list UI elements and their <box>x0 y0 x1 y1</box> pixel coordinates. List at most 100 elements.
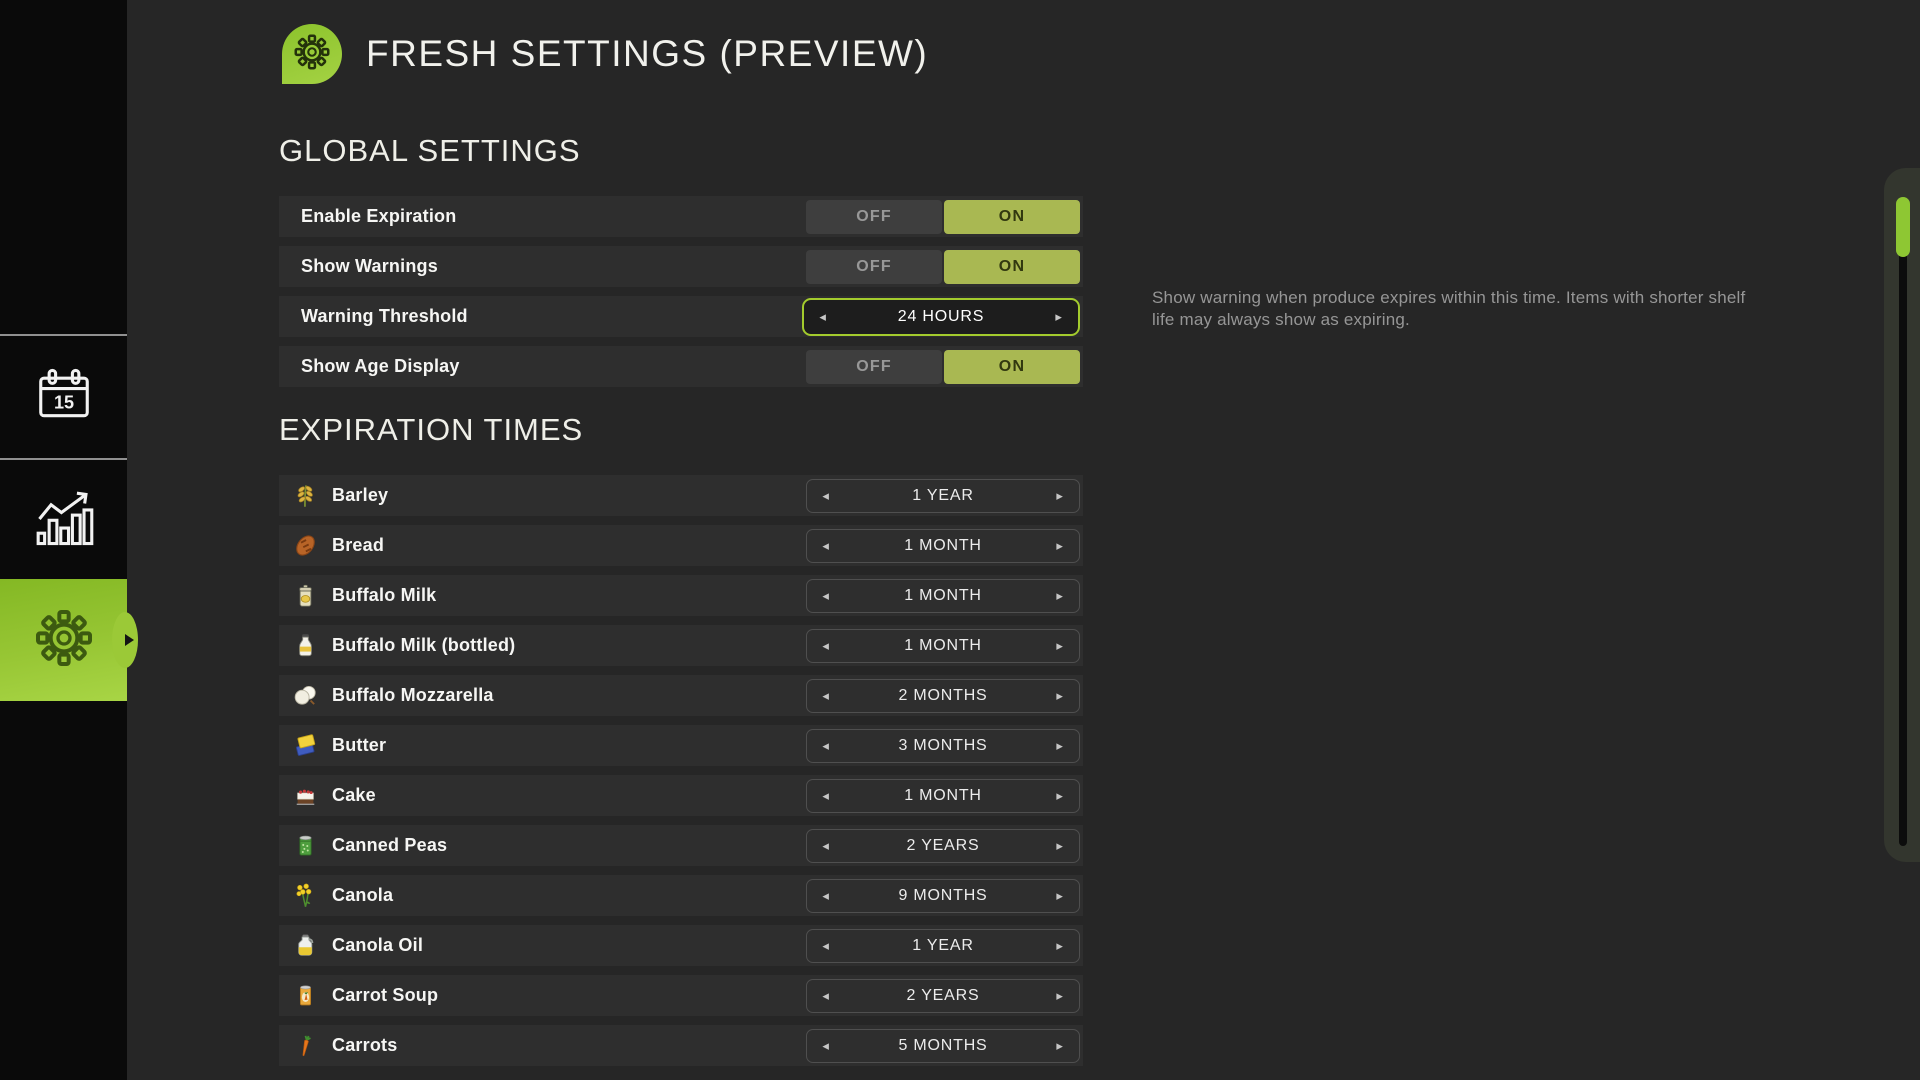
spinner-value: 1 MONTH <box>833 787 1053 805</box>
spinner-value: 1 YEAR <box>833 487 1053 505</box>
item-row: Buffalo Milk (bottled) ◂1 MONTH▸ <box>279 625 1083 666</box>
mozzarella-icon <box>290 681 320 711</box>
sidebar-item-settings[interactable] <box>0 579 127 701</box>
value-spinner[interactable]: ◂3 MONTHS▸ <box>806 729 1080 763</box>
sidebar: 15 <box>0 0 127 1080</box>
spinner-right-arrow-icon[interactable]: ▸ <box>1053 838 1067 854</box>
item-label: Buffalo Mozzarella <box>332 685 494 706</box>
spinner-value: 2 YEARS <box>833 837 1053 855</box>
item-label: Canned Peas <box>332 835 447 856</box>
milk-can-icon <box>290 581 320 611</box>
page-title: FRESH SETTINGS (PREVIEW) <box>366 24 928 84</box>
item-label: Carrots <box>332 1035 397 1056</box>
spinner-right-arrow-icon[interactable]: ▸ <box>1053 688 1067 704</box>
row-label: Warning Threshold <box>301 306 468 327</box>
value-spinner[interactable]: ◂9 MONTHS▸ <box>806 879 1080 913</box>
bread-icon <box>290 531 320 561</box>
spinner-left-arrow-icon[interactable]: ◂ <box>819 788 833 804</box>
spinner-left-arrow-icon[interactable]: ◂ <box>819 588 833 604</box>
value-spinner[interactable]: ◂1 MONTH▸ <box>806 779 1080 813</box>
spinner-right-arrow-icon[interactable]: ▸ <box>1053 588 1067 604</box>
toggle-group: OFFON <box>806 250 1080 284</box>
spinner-left-arrow-icon[interactable]: ◂ <box>819 838 833 854</box>
spinner-left-arrow-icon[interactable]: ◂ <box>819 938 833 954</box>
value-spinner[interactable]: ◂24 HOURS▸ <box>802 298 1080 336</box>
toggle-on-button[interactable]: ON <box>944 200 1080 234</box>
help-text: Show warning when produce expires within… <box>1152 287 1752 332</box>
item-row: Butter ◂3 MONTHS▸ <box>279 725 1083 766</box>
value-spinner[interactable]: ◂2 MONTHS▸ <box>806 679 1080 713</box>
item-row: Canned Peas ◂2 YEARS▸ <box>279 825 1083 866</box>
spinner-right-arrow-icon[interactable]: ▸ <box>1053 1038 1067 1054</box>
spinner-value: 9 MONTHS <box>833 887 1053 905</box>
cake-icon <box>290 781 320 811</box>
spinner-right-arrow-icon[interactable]: ▸ <box>1053 988 1067 1004</box>
spinner-right-arrow-icon[interactable]: ▸ <box>1052 309 1066 325</box>
canola-oil-icon <box>290 931 320 961</box>
toggle-on-button[interactable]: ON <box>944 350 1080 384</box>
toggle-off-button[interactable]: OFF <box>806 200 942 234</box>
canola-icon <box>290 881 320 911</box>
spinner-right-arrow-icon[interactable]: ▸ <box>1053 538 1067 554</box>
value-spinner[interactable]: ◂1 MONTH▸ <box>806 529 1080 563</box>
spinner-right-arrow-icon[interactable]: ▸ <box>1053 888 1067 904</box>
item-label: Cake <box>332 785 376 806</box>
value-spinner[interactable]: ◂1 YEAR▸ <box>806 929 1080 963</box>
butter-icon <box>290 731 320 761</box>
sidebar-item-statistics[interactable] <box>0 460 127 582</box>
gear-icon <box>292 32 332 77</box>
item-label: Canola <box>332 885 393 906</box>
spinner-right-arrow-icon[interactable]: ▸ <box>1053 938 1067 954</box>
chart-icon <box>33 488 95 555</box>
spinner-left-arrow-icon[interactable]: ◂ <box>819 888 833 904</box>
item-row: Canola Oil◂1 YEAR▸ <box>279 925 1083 966</box>
spinner-left-arrow-icon[interactable]: ◂ <box>819 1038 833 1054</box>
toggle-group: OFFON <box>806 350 1080 384</box>
spinner-left-arrow-icon[interactable]: ◂ <box>819 538 833 554</box>
spinner-value: 5 MONTHS <box>833 1037 1053 1055</box>
spinner-left-arrow-icon[interactable]: ◂ <box>819 738 833 754</box>
item-label: Barley <box>332 485 388 506</box>
spinner-right-arrow-icon[interactable]: ▸ <box>1053 788 1067 804</box>
sidebar-item-calendar[interactable]: 15 <box>0 336 127 458</box>
item-row: Carrot Soup ◂2 YEARS▸ <box>279 975 1083 1016</box>
settings-row: Show WarningsOFFON <box>279 246 1083 287</box>
spinner-value: 1 MONTH <box>833 637 1053 655</box>
scrollbar-thumb[interactable] <box>1896 197 1910 257</box>
spinner-right-arrow-icon[interactable]: ▸ <box>1053 488 1067 504</box>
item-row: Carrots ◂5 MONTHS▸ <box>279 1025 1083 1066</box>
spinner-right-arrow-icon[interactable]: ▸ <box>1053 738 1067 754</box>
spinner-left-arrow-icon[interactable]: ◂ <box>819 988 833 1004</box>
carrot-soup-icon <box>290 981 320 1011</box>
item-label: Carrot Soup <box>332 985 438 1006</box>
item-label: Buffalo Milk (bottled) <box>332 635 515 656</box>
item-label: Buffalo Milk <box>332 585 436 606</box>
settings-row: Show Age Display OFFON <box>279 346 1083 387</box>
barley-icon <box>290 481 320 511</box>
toggle-on-button[interactable]: ON <box>944 250 1080 284</box>
spinner-right-arrow-icon[interactable]: ▸ <box>1053 638 1067 654</box>
spinner-value: 1 MONTH <box>833 537 1053 555</box>
spinner-value: 24 HOURS <box>830 308 1052 326</box>
item-row: Bread◂1 MONTH▸ <box>279 525 1083 566</box>
item-label: Butter <box>332 735 386 756</box>
value-spinner[interactable]: ◂2 YEARS▸ <box>806 829 1080 863</box>
item-row: Buffalo Mozzarella ◂2 MONTHS▸ <box>279 675 1083 716</box>
value-spinner[interactable]: ◂5 MONTHS▸ <box>806 1029 1080 1063</box>
value-spinner[interactable]: ◂1 YEAR▸ <box>806 479 1080 513</box>
spinner-value: 1 MONTH <box>833 587 1053 605</box>
spinner-left-arrow-icon[interactable]: ◂ <box>819 638 833 654</box>
value-spinner[interactable]: ◂1 MONTH▸ <box>806 579 1080 613</box>
spinner-left-arrow-icon[interactable]: ◂ <box>819 688 833 704</box>
canned-peas-icon <box>290 831 320 861</box>
carrots-icon <box>290 1031 320 1061</box>
toggle-off-button[interactable]: OFF <box>806 250 942 284</box>
spinner-left-arrow-icon[interactable]: ◂ <box>819 488 833 504</box>
toggle-off-button[interactable]: OFF <box>806 350 942 384</box>
spinner-left-arrow-icon[interactable]: ◂ <box>816 309 830 325</box>
row-label: Show Age Display <box>301 356 460 377</box>
value-spinner[interactable]: ◂1 MONTH▸ <box>806 629 1080 663</box>
scrollbar-track[interactable] <box>1899 198 1907 846</box>
calendar-icon: 15 <box>33 364 95 431</box>
value-spinner[interactable]: ◂2 YEARS▸ <box>806 979 1080 1013</box>
